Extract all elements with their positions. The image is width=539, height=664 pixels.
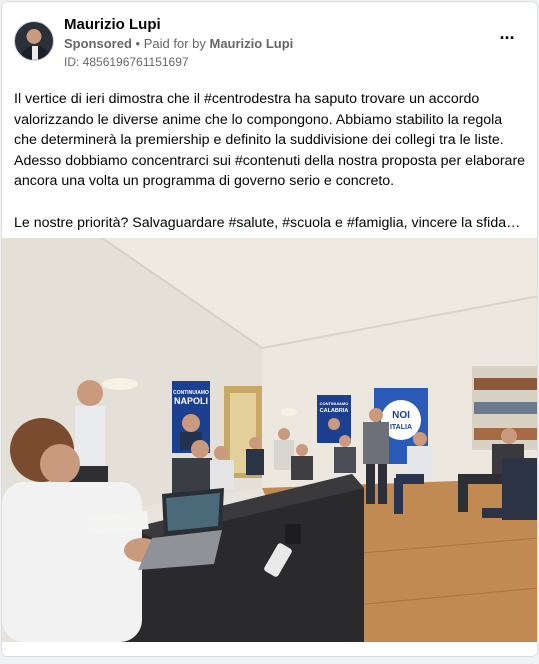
sponsored-meta: Sponsored • Paid for by Maurizio Lupi: [64, 36, 293, 51]
conference-device: [285, 524, 301, 544]
footer-strip: [2, 642, 537, 656]
poster-noi-line1: NOI: [392, 410, 410, 421]
author-avatar[interactable]: [14, 21, 54, 61]
sponsored-post-card: Maurizio Lupi Sponsored • Paid for by Ma…: [1, 1, 538, 657]
post-paragraph-1: Il vertice di ieri dimostra che il #cent…: [14, 91, 526, 190]
post-header: Maurizio Lupi Sponsored • Paid for by Ma…: [14, 14, 525, 74]
wall-lamp: [281, 408, 297, 416]
post-photo[interactable]: CONTINUIAMO NAPOLI CONTINUIAMO CALABRIA …: [2, 238, 537, 642]
author-name[interactable]: Maurizio Lupi: [64, 16, 161, 33]
post-paragraph-2[interactable]: Le nostre priorità? Salvaguardare #salut…: [14, 213, 528, 234]
paid-for-prefix: Paid for by: [143, 36, 206, 51]
poster-noi-line2: ITALIA: [390, 424, 412, 431]
more-options-icon[interactable]: ···: [493, 29, 521, 52]
poster-calabria-line1: CONTINUIAMO: [320, 401, 349, 406]
paid-by-name[interactable]: Maurizio Lupi: [210, 36, 294, 51]
ad-id: ID: 4856196761151697: [64, 55, 189, 69]
avatar-shirt: [32, 46, 38, 60]
poster-calabria-line2: CALABRIA: [320, 408, 349, 414]
poster-napoli-line2: NAPOLI: [174, 396, 208, 406]
sponsored-label: Sponsored: [64, 36, 132, 51]
meta-separator: •: [135, 36, 141, 51]
wall-lamp: [102, 378, 138, 390]
post-text: Il vertice di ieri dimostra che il #cent…: [14, 89, 528, 233]
